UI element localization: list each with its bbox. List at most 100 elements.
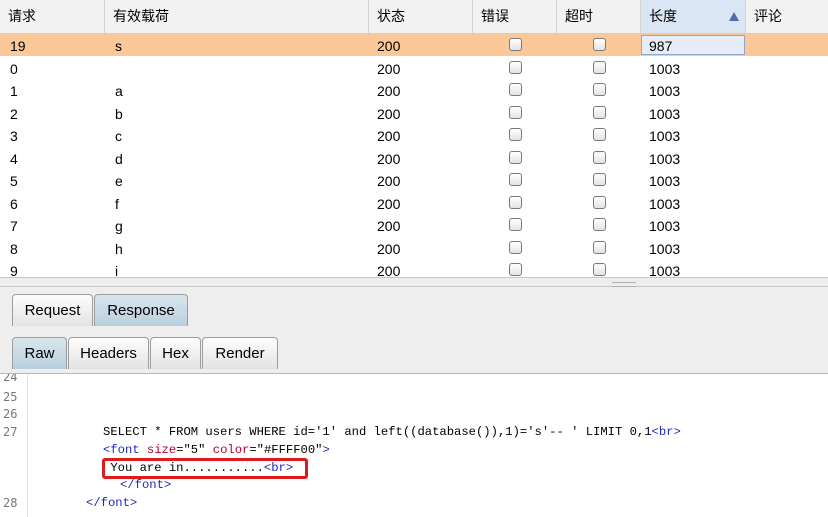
timeout-checkbox[interactable]: [593, 240, 606, 254]
cell-request: 6: [10, 195, 18, 212]
br-tag: <br>: [651, 425, 681, 439]
column-header-status[interactable]: 状态: [369, 0, 473, 33]
tab-headers[interactable]: Headers: [68, 337, 149, 369]
cell-status: 200: [377, 105, 401, 122]
timeout-checkbox[interactable]: [593, 173, 606, 186]
timeout-checkbox[interactable]: [593, 83, 606, 96]
timeout-checkbox[interactable]: [593, 38, 606, 51]
tab-raw[interactable]: Raw: [12, 337, 67, 369]
cell-length: 1003: [649, 128, 681, 144]
cell-length: 987: [649, 38, 673, 54]
table-row[interactable]: 9 i 200 1003: [0, 259, 828, 277]
cell-request: 5: [10, 173, 18, 189]
cell-length: 1003: [649, 173, 681, 189]
error-checkbox[interactable]: [509, 105, 522, 119]
timeout-checkbox[interactable]: [593, 128, 606, 141]
timeout-checkbox[interactable]: [593, 60, 606, 74]
column-header-comment[interactable]: 评论: [746, 0, 828, 33]
cell-payload: f: [115, 195, 119, 212]
table-row[interactable]: 7 g 200 1003: [0, 214, 828, 236]
cell-request: 8: [10, 240, 18, 257]
tab-response[interactable]: Response: [94, 294, 188, 326]
results-table: 请求 有效载荷 状态 错误 超时 长度 评论 19 s 200 987 0 200 1003…: [0, 0, 828, 277]
column-header-length-label: 长度: [649, 9, 677, 25]
error-checkbox[interactable]: [509, 195, 522, 209]
error-checkbox[interactable]: [509, 218, 522, 231]
timeout-checkbox[interactable]: [593, 195, 606, 209]
line-number: 26: [3, 407, 18, 421]
table-row[interactable]: 19 s 200 987: [0, 34, 828, 56]
cell-length: 1003: [649, 263, 681, 277]
font-close-tag: </font>: [86, 496, 138, 510]
cell-payload: a: [115, 83, 123, 99]
cell-length: 1003: [649, 150, 681, 167]
line-number: 24: [3, 374, 18, 384]
table-row[interactable]: 4 d 200 1003: [0, 147, 828, 169]
line-number: 25: [3, 390, 18, 404]
cell-status: 200: [377, 150, 401, 167]
error-checkbox[interactable]: [509, 150, 522, 164]
error-checkbox[interactable]: [509, 38, 522, 51]
code-line-font-close-inner: </font>: [120, 478, 171, 492]
cell-status: 200: [377, 173, 401, 189]
cell-payload: h: [115, 240, 123, 257]
error-checkbox[interactable]: [509, 240, 522, 254]
error-checkbox[interactable]: [509, 128, 522, 141]
cell-status: 200: [377, 60, 401, 77]
cell-status: 200: [377, 195, 401, 212]
column-header-timeout[interactable]: 超时: [557, 0, 641, 33]
color-attribute: color: [212, 443, 250, 457]
table-row[interactable]: 6 f 200 1003: [0, 192, 828, 214]
table-row[interactable]: 5 e 200 1003: [0, 169, 828, 191]
cell-request: 0: [10, 60, 18, 77]
cell-payload: c: [115, 128, 122, 144]
column-header-payload[interactable]: 有效载荷: [105, 0, 369, 33]
error-checkbox[interactable]: [509, 263, 522, 276]
cell-payload: i: [115, 263, 119, 277]
cell-request: 1: [10, 83, 18, 99]
size-value: ="5": [176, 443, 206, 457]
cell-status: 200: [377, 83, 401, 99]
cell-request: 4: [10, 150, 18, 167]
cell-request: 9: [10, 263, 18, 277]
error-checkbox[interactable]: [509, 83, 522, 96]
cell-payload: d: [115, 150, 123, 167]
cell-status: 200: [377, 128, 401, 144]
column-header-request[interactable]: 请求: [0, 0, 105, 33]
cell-length: 1003: [649, 60, 681, 77]
table-row[interactable]: 3 c 200 1003: [0, 124, 828, 146]
table-row[interactable]: 0 200 1003: [0, 57, 828, 79]
cell-request: 2: [10, 105, 18, 122]
tab-hex[interactable]: Hex: [150, 337, 201, 369]
tab-render[interactable]: Render: [202, 337, 278, 369]
cell-length: 1003: [649, 105, 681, 122]
column-header-length[interactable]: 长度: [641, 0, 746, 33]
error-checkbox[interactable]: [509, 173, 522, 186]
timeout-checkbox[interactable]: [593, 150, 606, 164]
column-header-error[interactable]: 错误: [473, 0, 557, 33]
highlight-box: [102, 458, 308, 479]
cell-length: 1003: [649, 195, 681, 212]
tab-request[interactable]: Request: [12, 294, 93, 326]
cell-status: 200: [377, 240, 401, 257]
code-line-font-open: <font size="5" color="#FFFF00">: [103, 443, 330, 457]
table-row[interactable]: 2 b 200 1003: [0, 102, 828, 124]
cell-payload: s: [115, 38, 122, 54]
split-pane-divider[interactable]: [0, 277, 828, 287]
color-value: ="#FFFF00": [249, 443, 323, 457]
line-number: 28: [3, 496, 18, 510]
table-row[interactable]: 1 a 200 1003: [0, 79, 828, 101]
cell-request: 19: [10, 38, 26, 54]
line-number-gutter: 24 25 26 27 28: [0, 374, 28, 517]
error-checkbox[interactable]: [509, 60, 522, 74]
table-row[interactable]: 8 h 200 1003: [0, 237, 828, 259]
cell-status: 200: [377, 263, 401, 277]
view-tabs: Raw Headers Hex Render: [0, 327, 828, 374]
timeout-checkbox[interactable]: [593, 263, 606, 276]
timeout-checkbox[interactable]: [593, 105, 606, 119]
table-header: 请求 有效载荷 状态 错误 超时 长度 评论: [0, 0, 828, 34]
cell-request: 3: [10, 128, 18, 144]
response-editor[interactable]: 24 25 26 27 28 SELECT * FROM users WHERE…: [0, 374, 828, 517]
timeout-checkbox[interactable]: [593, 218, 606, 231]
sort-ascending-icon: [729, 12, 739, 21]
